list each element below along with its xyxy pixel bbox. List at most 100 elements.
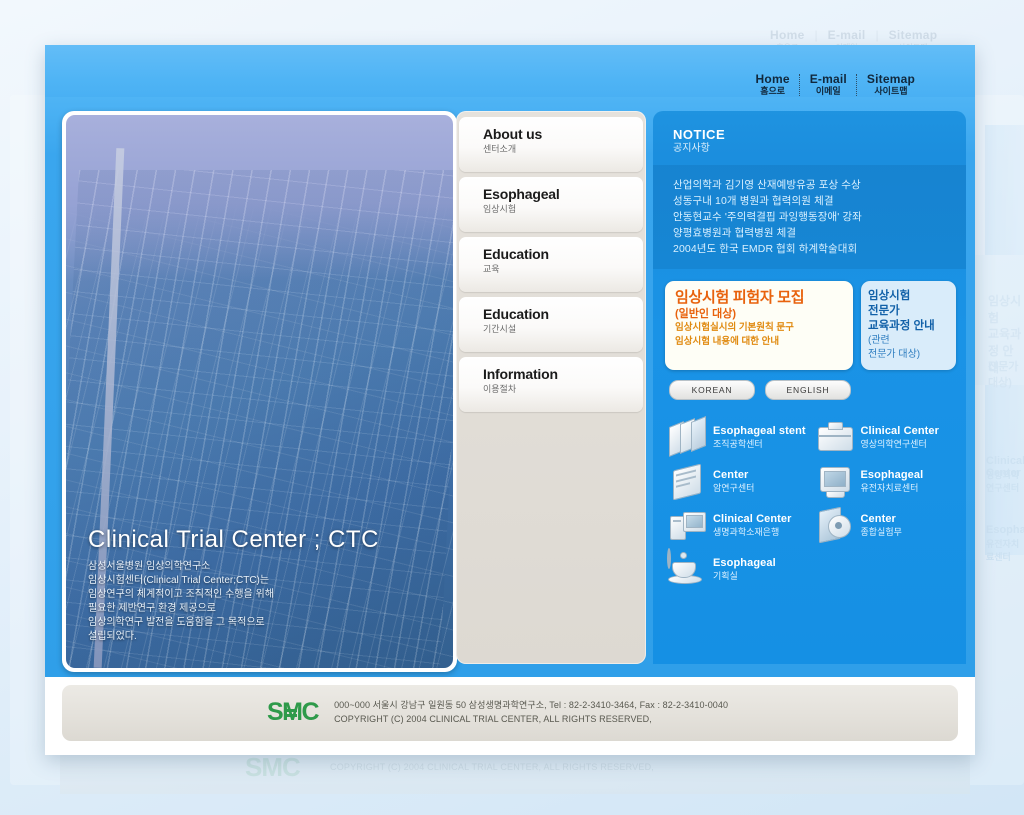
footer-text: 000~000 서울시 강남구 일원동 50 삼성생명과학연구소, Tel : …	[334, 698, 728, 726]
notice-list-item[interactable]: 산업의학과 김기영 산재예방유공 포상 수상	[673, 177, 966, 193]
promo-education-card[interactable]: 임상시험 전문가 교육과정 안내 (관련 전문가 대상)	[861, 281, 956, 370]
icon-link-cancer-center[interactable]: Center 암연구센터	[667, 462, 811, 501]
promo-line: 임상시험 내용에 대한 안내	[675, 336, 780, 347]
notice-list-item[interactable]: 안동현교수 '주의력결핍 과잉행동장애' 강좌	[673, 209, 966, 225]
hero-description: 삼성서울병원 임상의학연구소 임상시험센터(Clinical Trial Cen…	[88, 560, 435, 643]
ghost-icon-sublabel: 영상의학연구센터	[986, 470, 1020, 493]
monitor-icon	[815, 462, 855, 500]
promo-edu-sub: (관련	[868, 335, 890, 346]
promo-edu-line: 전문가	[868, 305, 900, 317]
ghost-side-column	[985, 125, 1024, 555]
menu-label-en: Education	[483, 246, 549, 262]
icon-label-kr: 영상의학연구센터	[860, 438, 927, 449]
hero-line: 설립되었다.	[88, 631, 137, 642]
nav-label-kr: 사이트맵	[874, 86, 908, 96]
promo-recruitment-card[interactable]: 임상시험 피험자 모집 (일반인 대상) 임상시험실시의 기본원칙 문구 임상시…	[665, 281, 853, 370]
nav-label-kr: 이메일	[815, 86, 841, 96]
hero-line: 필요한 제반연구 환경 제공으로	[88, 603, 216, 614]
cd-disc-icon	[815, 506, 855, 544]
ghost-footer-logo: SMC	[245, 752, 301, 782]
icon-label-kr: 조직공학센터	[713, 438, 763, 449]
hero-line: 삼성서울병원 임상의학연구소	[88, 561, 211, 572]
notice-list: 산업의학과 김기영 산재예방유공 포상 수상 성동구내 10개 병원과 협력의원…	[653, 165, 966, 269]
menu-item-about-us[interactable]: About us 센터소개	[459, 117, 643, 172]
menu-item-education[interactable]: Education 교육	[459, 237, 643, 292]
promo-row: 임상시험 피험자 모집 (일반인 대상) 임상시험실시의 기본원칙 문구 임상시…	[653, 269, 966, 370]
icon-link-tissue-engineering[interactable]: Esophageal stent 조직공학센터	[667, 415, 811, 458]
menu-label-en: About us	[483, 126, 543, 142]
notice-list-item[interactable]: 2004년도 한국 EMDR 협회 하계학술대회	[673, 241, 966, 257]
notice-header: NOTICE 공지사항	[653, 111, 966, 165]
promo-subtitle: (일반인 대상)	[675, 308, 736, 320]
icon-link-imaging-center[interactable]: Clinical Center 영상의학연구센터	[815, 418, 959, 456]
logo-bar-icon	[284, 708, 297, 712]
hero-title: Clinical Trial Center ; CTC	[88, 526, 379, 553]
icon-label-kr: 종합실험무	[860, 526, 902, 537]
korean-button[interactable]: KOREAN	[669, 380, 755, 400]
english-button[interactable]: ENGLISH	[765, 380, 851, 400]
menu-label-kr: 교육	[483, 264, 500, 274]
icon-label-kr: 기획실	[713, 570, 738, 581]
top-navigation[interactable]: Home 홈으로 E-mail 이메일 Sitemap 사이트맵	[756, 73, 915, 97]
nav-item-home[interactable]: Home 홈으로	[756, 73, 790, 97]
menu-label-en: Information	[483, 366, 558, 382]
nav-label-kr: 홈으로	[760, 86, 786, 96]
ghost-nav-label: E-mail	[827, 28, 866, 42]
hero-line: 임상의학연구 발전을 도움함을 그 목적으로	[88, 617, 265, 628]
ghost-nav-separator: |	[875, 28, 879, 42]
icon-link-biobank[interactable]: Clinical Center 생명과학소재은행	[667, 506, 811, 544]
menu-item-information[interactable]: Information 이용절차	[459, 357, 643, 412]
icon-label-kr: 암연구센터	[713, 482, 755, 493]
books-icon	[667, 415, 707, 458]
ghost-icon-label: Clinical Center	[986, 455, 1024, 479]
ghost-icon-sublabel: 유전자치료센터	[986, 539, 1020, 562]
footer-address: 000~000 서울시 강남구 일원동 50 삼성생명과학연구소, Tel : …	[334, 700, 729, 710]
ghost-promo-sub: 전문가 대상)	[988, 361, 1019, 389]
icon-link-gene-therapy[interactable]: Esophageal 유전자치료센터	[815, 462, 959, 500]
icon-link-lab[interactable]: Center 종합실험무	[815, 506, 959, 544]
computer-icon	[667, 506, 707, 544]
ghost-icon-label: Esophageal	[986, 524, 1024, 536]
nav-separator-icon	[855, 74, 858, 96]
icon-link-planning-office[interactable]: Esophageal 기획실	[667, 548, 811, 588]
ghost-promo-line: 교육과정 안내	[988, 327, 1022, 375]
menu-label-kr: 임상시험	[483, 204, 517, 214]
menu-label-kr: 센터소개	[483, 144, 517, 154]
icon-label-kr: 생명과학소재은행	[713, 526, 780, 537]
hero-line: 임상시험센터(Clinical Trial Center;CTC)는	[88, 575, 270, 586]
nav-label-en: Sitemap	[866, 72, 915, 86]
notice-list-item[interactable]: 성동구내 10개 병원과 협력의원 체결	[673, 193, 966, 209]
icon-label-kr: 유전자치료센터	[860, 482, 919, 493]
promo-edu-line: 임상시험	[868, 290, 911, 302]
notice-title-kr: 공지사항	[673, 143, 710, 154]
ghost-nav-label: Home	[770, 28, 805, 42]
icon-label-en: Center	[713, 468, 749, 481]
icon-label-en: Esophageal stent	[713, 424, 806, 437]
nav-item-sitemap[interactable]: Sitemap 사이트맵	[867, 73, 915, 97]
icon-label-en: Clinical Center	[713, 512, 792, 525]
nav-separator-icon	[798, 74, 801, 96]
promo-edu-sub: 전문가 대상)	[868, 349, 921, 360]
menu-label-kr: 기간시설	[483, 324, 517, 334]
menu-item-facilities[interactable]: Education 기간시설	[459, 297, 643, 352]
nav-label-en: E-mail	[809, 72, 847, 86]
nav-label-en: Home	[755, 72, 790, 86]
hero-text-overlay: Clinical Trial Center ; CTC 삼성서울병원 임상의학연…	[88, 526, 435, 644]
smc-logo: SMC	[267, 699, 320, 725]
hero-photo-frame: Clinical Trial Center ; CTC 삼성서울병원 임상의학연…	[62, 111, 457, 672]
nav-item-email[interactable]: E-mail 이메일	[810, 73, 847, 97]
icon-label-en: Esophageal	[713, 556, 776, 569]
ghost-footer-copyright: COPYRIGHT (C) 2004 CLINICAL TRIAL CENTER…	[330, 762, 654, 772]
notice-list-item[interactable]: 양평효병원과 협력병원 체결	[673, 225, 966, 241]
page-card: Home 홈으로 E-mail 이메일 Sitemap 사이트맵 Clinica…	[45, 45, 975, 755]
ghost-nav-label: Sitemap	[888, 28, 938, 42]
menu-item-esophageal[interactable]: Esophageal 임상시험	[459, 177, 643, 232]
right-blue-panel: NOTICE 공지사항 산업의학과 김기영 산재예방유공 포상 수상 성동구내 …	[653, 111, 966, 664]
icon-label-en: Center	[860, 512, 896, 525]
ghost-nav-separator: |	[814, 28, 818, 42]
promo-edu-line: 교육과정 안내	[868, 320, 935, 332]
icon-label-en: Esophageal	[860, 468, 924, 481]
promo-title: 임상시험 피험자 모집	[675, 289, 805, 306]
page-footer: SMC 000~000 서울시 강남구 일원동 50 삼성생명과학연구소, Te…	[62, 685, 958, 741]
documents-icon	[667, 462, 707, 501]
